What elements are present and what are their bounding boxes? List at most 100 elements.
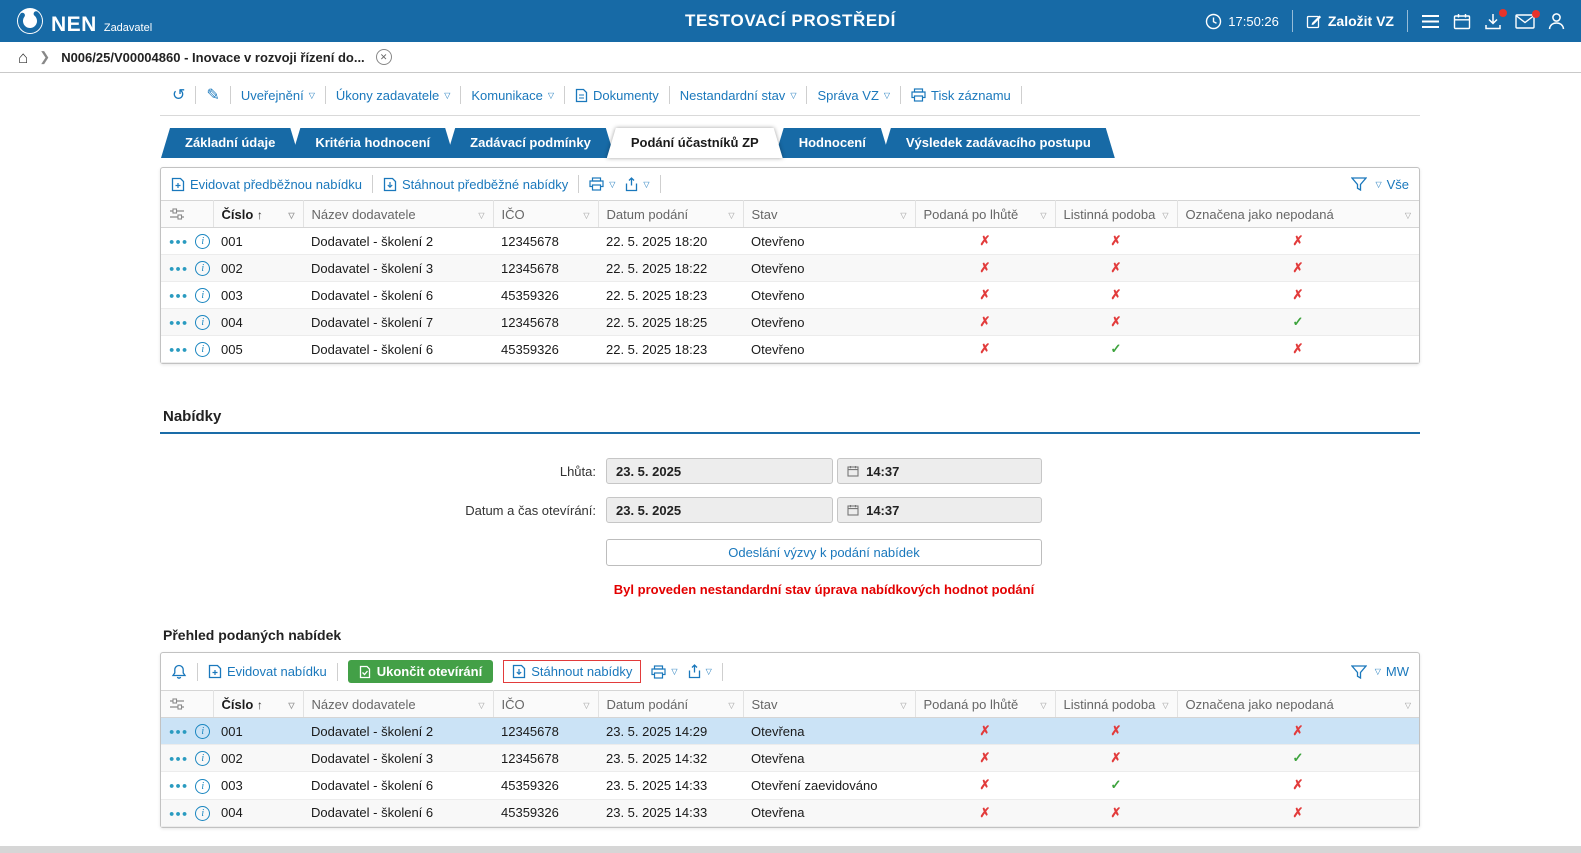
row-menu-icon[interactable]: ●●●	[169, 237, 188, 247]
print-table-button[interactable]: ▽	[651, 665, 677, 679]
info-icon[interactable]: i	[195, 288, 210, 303]
menu-nestandardni-stav[interactable]: Nestandardní stav▽	[680, 88, 797, 103]
column-filter-icon[interactable]: ▽	[728, 211, 734, 220]
row-menu-icon[interactable]: ●●●	[169, 291, 188, 301]
column-settings-icon[interactable]	[161, 201, 213, 228]
info-icon[interactable]: i	[195, 342, 210, 357]
filter-icon[interactable]	[1351, 665, 1367, 679]
column-header-2[interactable]: ▽IČO	[493, 201, 598, 228]
view-filter-select[interactable]: ▽ MW	[1375, 664, 1409, 679]
column-header-2[interactable]: ▽IČO	[493, 691, 598, 718]
lhuta-time-input[interactable]: 14:37	[837, 458, 1042, 484]
evidovat-predbeznou-nabidku-button[interactable]: Evidovat předběžnou nabídku	[171, 177, 362, 192]
column-header-4[interactable]: ▽Stav	[743, 201, 915, 228]
column-header-6[interactable]: ▽Listinná podoba	[1055, 201, 1177, 228]
column-filter-icon[interactable]: ▽	[1040, 211, 1046, 220]
notification-bell-icon[interactable]	[171, 664, 187, 680]
stahnout-nabidky-button[interactable]: Stáhnout nabídky	[512, 664, 632, 679]
table-row[interactable]: ●●●i004Dodavatel - školení 71234567822. …	[161, 309, 1419, 336]
column-header-0[interactable]: ▽Číslo ↑	[213, 201, 303, 228]
column-filter-icon[interactable]: ▽	[288, 211, 294, 220]
edit-record-icon[interactable]: ✎	[206, 85, 219, 105]
column-header-7[interactable]: ▽Označena jako nepodaná	[1177, 691, 1419, 718]
table-row[interactable]: ●●●i004Dodavatel - školení 64535932623. …	[161, 799, 1419, 826]
ukoncit-otevirani-button[interactable]: Ukončit otevírání	[348, 660, 493, 683]
table-row[interactable]: ●●●i003Dodavatel - školení 64535932622. …	[161, 282, 1419, 309]
column-header-7[interactable]: ▽Označena jako nepodaná	[1177, 201, 1419, 228]
menu-dokumenty[interactable]: Dokumenty	[575, 88, 659, 103]
menu-komunikace[interactable]: Komunikace▽	[471, 88, 554, 103]
column-header-4[interactable]: ▽Stav	[743, 691, 915, 718]
create-vz-button[interactable]: Založit VZ	[1306, 13, 1394, 29]
column-filter-icon[interactable]: ▽	[728, 701, 734, 710]
tab-hodnoceni[interactable]: Hodnocení	[775, 128, 890, 158]
column-filter-icon[interactable]: ▽	[478, 701, 484, 710]
lhuta-date-input[interactable]: 23. 5. 2025	[606, 458, 833, 484]
print-table-button[interactable]: ▽	[589, 177, 615, 191]
row-menu-icon[interactable]: ●●●	[169, 808, 188, 818]
menu-ukony-zadavatele[interactable]: Úkony zadavatele▽	[336, 88, 451, 103]
breadcrumb-item[interactable]: N006/25/V00004860 - Inovace v rozvoji ří…	[61, 50, 364, 65]
user-icon[interactable]	[1548, 12, 1565, 30]
tab-vysledek-zadavaciho-postupu[interactable]: Výsledek zadávacího postupu	[882, 128, 1115, 158]
info-icon[interactable]: i	[195, 234, 210, 249]
column-filter-icon[interactable]: ▽	[478, 211, 484, 220]
column-filter-icon[interactable]: ▽	[900, 701, 906, 710]
column-filter-icon[interactable]: ▽	[288, 701, 294, 710]
column-filter-icon[interactable]: ▽	[900, 211, 906, 220]
column-filter-icon[interactable]: ▽	[1162, 211, 1168, 220]
table-row[interactable]: ●●●i002Dodavatel - školení 31234567822. …	[161, 255, 1419, 282]
export-table-button[interactable]: ▽	[625, 177, 649, 192]
row-menu-icon[interactable]: ●●●	[169, 264, 188, 274]
table-row[interactable]: ●●●i005Dodavatel - školení 64535932622. …	[161, 336, 1419, 363]
table-row[interactable]: ●●●i002Dodavatel - školení 31234567823. …	[161, 745, 1419, 772]
info-icon[interactable]: i	[195, 261, 210, 276]
column-filter-icon[interactable]: ▽	[1162, 701, 1168, 710]
row-menu-icon[interactable]: ●●●	[169, 318, 188, 328]
info-icon[interactable]: i	[195, 806, 210, 821]
filter-icon[interactable]	[1351, 177, 1367, 191]
menu-tisk-zaznamu[interactable]: Tisk záznamu	[911, 88, 1011, 103]
column-filter-icon[interactable]: ▽	[1040, 701, 1046, 710]
table-row[interactable]: ●●●i001Dodavatel - školení 21234567823. …	[161, 718, 1419, 745]
info-icon[interactable]: i	[195, 751, 210, 766]
history-icon[interactable]: ↺	[172, 85, 185, 105]
calendar-icon[interactable]	[1453, 13, 1471, 30]
home-icon[interactable]: ⌂	[18, 49, 28, 66]
otevirani-date-input[interactable]: 23. 5. 2025	[606, 497, 833, 523]
view-filter-select[interactable]: ▽ Vše	[1375, 177, 1409, 192]
menu-sprava-vz[interactable]: Správa VZ▽	[817, 88, 890, 103]
stahnout-predbezne-nabidky-button[interactable]: Stáhnout předběžné nabídky	[383, 177, 568, 192]
column-filter-icon[interactable]: ▽	[583, 211, 589, 220]
column-header-5[interactable]: ▽Podaná po lhůtě	[915, 691, 1055, 718]
download-icon[interactable]	[1484, 13, 1502, 30]
send-call-for-offers-button[interactable]: Odeslání výzvy k podání nabídek	[606, 539, 1042, 566]
column-settings-icon[interactable]	[161, 691, 213, 718]
close-icon[interactable]: ✕	[376, 49, 392, 65]
tab-kriteria-hodnoceni[interactable]: Kritéria hodnocení	[291, 128, 454, 158]
column-filter-icon[interactable]: ▽	[1405, 701, 1411, 710]
column-filter-icon[interactable]: ▽	[583, 701, 589, 710]
mail-icon[interactable]	[1515, 14, 1535, 29]
info-icon[interactable]: i	[195, 724, 210, 739]
table-row[interactable]: ●●●i003Dodavatel - školení 64535932623. …	[161, 772, 1419, 799]
column-header-3[interactable]: ▽Datum podání	[598, 201, 743, 228]
row-menu-icon[interactable]: ●●●	[169, 754, 188, 764]
column-header-5[interactable]: ▽Podaná po lhůtě	[915, 201, 1055, 228]
export-table-button[interactable]: ▽	[688, 664, 712, 679]
column-header-1[interactable]: ▽Název dodavatele	[303, 201, 493, 228]
evidovat-nabidku-button[interactable]: Evidovat nabídku	[208, 664, 327, 679]
info-icon[interactable]: i	[195, 779, 210, 794]
otevirani-time-input[interactable]: 14:37	[837, 497, 1042, 523]
info-icon[interactable]: i	[195, 315, 210, 330]
tab-podani-ucastniku-zp[interactable]: Podání účastníků ZP	[607, 128, 783, 158]
column-header-6[interactable]: ▽Listinná podoba	[1055, 691, 1177, 718]
column-header-0[interactable]: ▽Číslo ↑	[213, 691, 303, 718]
nen-logo-group[interactable]: NEN Zadavatel	[16, 7, 152, 35]
row-menu-icon[interactable]: ●●●	[169, 345, 188, 355]
column-filter-icon[interactable]: ▽	[1405, 211, 1411, 220]
menu-uverejneni[interactable]: Uveřejnění▽	[241, 88, 315, 103]
table-row[interactable]: ●●●i001Dodavatel - školení 21234567822. …	[161, 228, 1419, 255]
menu-icon[interactable]	[1421, 14, 1440, 29]
column-header-3[interactable]: ▽Datum podání	[598, 691, 743, 718]
